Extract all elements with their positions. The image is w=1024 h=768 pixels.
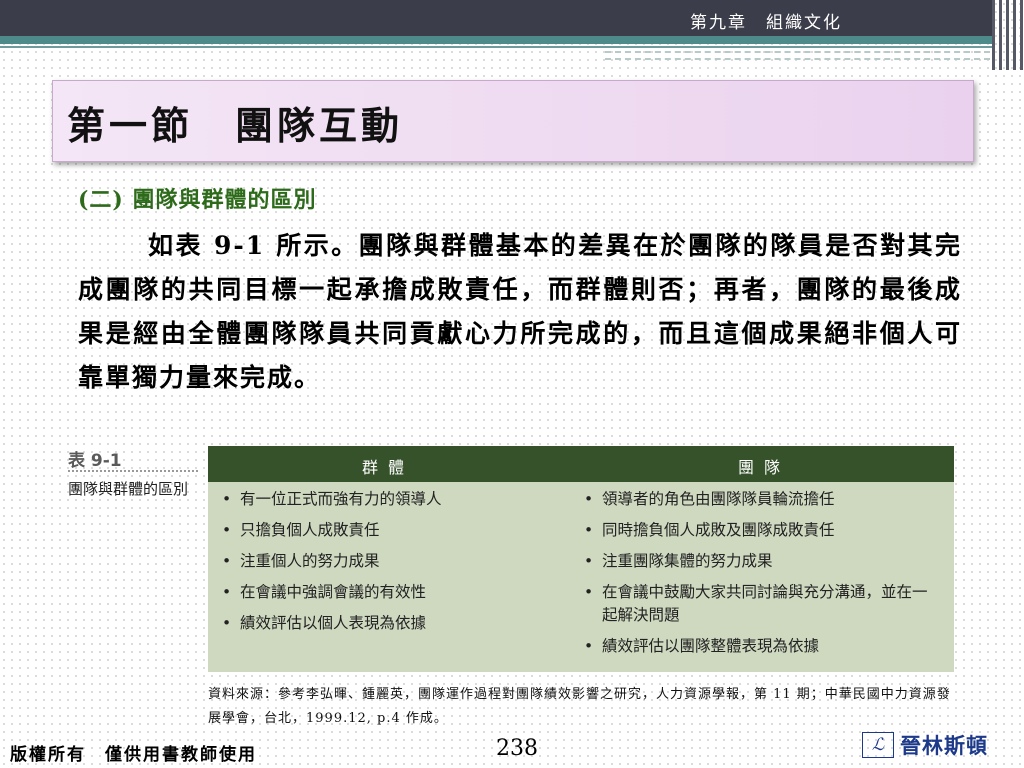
publisher-logo-icon: ℒ (862, 732, 894, 758)
table-label-divider (68, 470, 198, 472)
comparison-table: 群體 團隊 有一位正式而強有力的領導人 只擔負個人成敗責任 注重個人的努力成果 … (208, 446, 954, 672)
list-item: 注重團隊集體的努力成果 (584, 550, 930, 573)
table-header-row: 群體 團隊 (208, 446, 954, 482)
table-header-group: 群體 (362, 458, 415, 477)
list-item: 只擔負個人成敗責任 (222, 519, 562, 542)
list-item: 有一位正式而強有力的領導人 (222, 488, 562, 511)
section-title-box: 第一節 團隊互動 (52, 80, 974, 162)
header-bar (0, 0, 992, 36)
header-accent-bar (0, 36, 992, 44)
table-source-note: 資料來源：參考李弘暉、鍾麗英，團隊運作過程對團隊績效影響之研究，人力資源學報，第… (208, 687, 951, 726)
publisher-name: 晉林斯頓 (900, 734, 988, 758)
header-rule (0, 46, 992, 48)
list-item: 在會議中鼓勵大家共同討論與充分溝通，並在一起解決問題 (584, 581, 930, 627)
table-header-team: 團隊 (738, 458, 791, 477)
list-item: 績效評估以個人表現為依據 (222, 612, 562, 635)
subheading: (二) 團隊與群體的區別 (78, 187, 317, 213)
table-label: 表 9-1 (68, 451, 122, 471)
chapter-title: 第九章 組織文化 (690, 13, 842, 33)
header-dashed-rule-2 (605, 58, 990, 60)
header-vertical-stripes (990, 0, 1024, 70)
team-column: 領導者的角色由團隊隊員輪流擔任 同時擔負個人成敗及團隊成敗責任 注重團隊集體的努… (584, 488, 930, 666)
list-item: 績效評估以團隊整體表現為依據 (584, 635, 930, 658)
page-number: 238 (496, 736, 538, 761)
section-title: 第一節 團隊互動 (67, 103, 404, 148)
copyright-notice: 版權所有 僅供用書教師使用 (10, 745, 257, 765)
table-caption: 團隊與群體的區別 (68, 480, 189, 498)
body-paragraph: 如表 9-1 所示。團隊與群體基本的差異在於團隊的隊員是否對其完成團隊的共同目標… (78, 231, 962, 392)
list-item: 領導者的角色由團隊隊員輪流擔任 (584, 488, 930, 511)
list-item: 注重個人的努力成果 (222, 550, 562, 573)
list-item: 同時擔負個人成敗及團隊成敗責任 (584, 519, 930, 542)
group-column: 有一位正式而強有力的領導人 只擔負個人成敗責任 注重個人的努力成果 在會議中強調… (222, 488, 562, 643)
header-dashed-rule (605, 51, 990, 53)
list-item: 在會議中強調會議的有效性 (222, 581, 562, 604)
